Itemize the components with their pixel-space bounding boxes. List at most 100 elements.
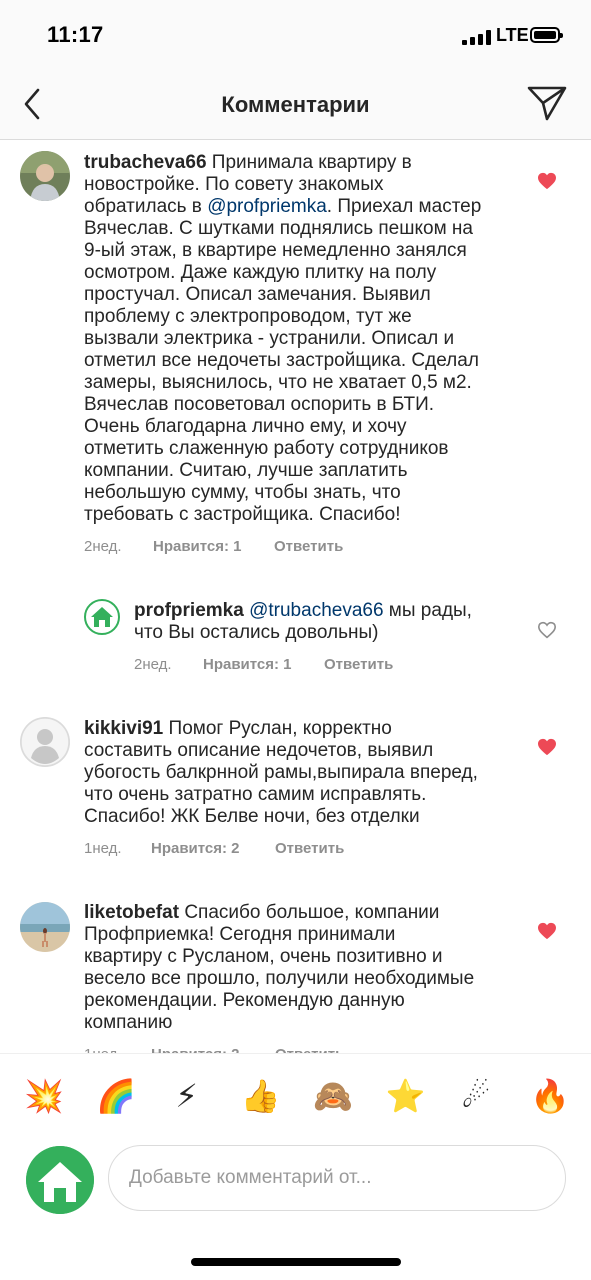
comment-line: profpriemka @trubacheva66 мы рады, [134, 600, 514, 622]
home-indicator [191, 1258, 401, 1266]
comment-text: trubacheva66 Принимала квартиру в новостр… [84, 152, 524, 526]
comment-line: простучал. Описал замечания. Выявил [84, 284, 524, 306]
reply-button[interactable]: Ответить [274, 538, 343, 555]
comment-text-segment: замеры, выяснилось, что не хватает 0,5 м… [84, 372, 472, 393]
comment-input[interactable] [108, 1145, 566, 1211]
comment-text-segment: рекомендации. Рекомендую данную [84, 990, 405, 1011]
rainbow-emoji[interactable]: 🌈 [96, 1078, 136, 1114]
likes-count[interactable]: Нравится: 1 [203, 656, 292, 673]
comment-text-segment: компании. Считаю, лучше заплатить [84, 460, 408, 481]
cellular-signal-icon [462, 30, 492, 45]
comment-text-segment: квартиру с Русланом, очень позитивно и [84, 946, 443, 967]
comment-line: что Вы остались довольны) [134, 622, 514, 644]
comment-text-segment: 9-ый этаж, в квартире немедленно занялся [84, 240, 467, 261]
comment-line: весело все прошло, получили необходимые [84, 968, 524, 990]
battery-icon [530, 27, 563, 43]
comment-line: рекомендации. Рекомендую данную [84, 990, 524, 1012]
comment-line: небольшую сумму, чтобы знать, что [84, 482, 524, 504]
comment-text-segment: что Вы остались довольны) [134, 622, 379, 643]
comment-text-segment: небольшую сумму, чтобы знать, что [84, 482, 401, 503]
likes-count[interactable]: Нравится: 2 [151, 840, 240, 857]
reply-button[interactable]: Ответить [275, 840, 344, 857]
comment-text-segment: Вячеслав. С шутками поднялись пешком на [84, 218, 473, 239]
comment: kikkivi91 Помог Руслан, корректно состави… [0, 711, 591, 871]
comment-line: что очень затратно самим исправлять. [84, 784, 524, 806]
comment-text: liketobefat Спасибо большое, компании Про… [84, 902, 524, 1034]
comment-line: требовать с застройщика. Спасибо! [84, 504, 524, 526]
comment-line: 9-ый этаж, в квартире немедленно занялся [84, 240, 524, 262]
comment-line: квартиру с Русланом, очень позитивно и [84, 946, 524, 968]
comet-emoji[interactable]: ☄ [458, 1078, 494, 1114]
comment-time: 2нед. [84, 538, 122, 555]
avatar[interactable] [20, 717, 70, 767]
my-avatar [26, 1146, 94, 1214]
comment-text: profpriemka @trubacheva66 мы рады, что Вы… [134, 600, 514, 644]
comment-line: Профприемка! Сегодня принимали [84, 924, 524, 946]
comment-text-segment: Принимала квартиру в [211, 152, 412, 173]
paper-plane-icon [527, 86, 567, 121]
comment-text-segment: весело все прошло, получили необходимые [84, 968, 475, 989]
comment-line: осмотром. Даже каждую плитку на полу [84, 262, 524, 284]
comment-time: 1нед. [84, 840, 122, 857]
comment-text-segment: мы рады, [383, 600, 472, 621]
heart-outline-icon [537, 621, 557, 639]
comment-username[interactable]: liketobefat [84, 902, 179, 923]
avatar[interactable] [20, 151, 70, 201]
comment-time: 1нед. [84, 1046, 122, 1053]
comment-line: замеры, выяснилось, что не хватает 0,5 м… [84, 372, 524, 394]
emoji-quick-bar: 💥 🌈 ⚡ 👍 🙈 ⭐ ☄ 🔥 [0, 1053, 591, 1139]
comment-text-segment: вызвали электрика - устранили. Описал и [84, 328, 455, 349]
likes-count[interactable]: Нравится: 1 [153, 538, 242, 555]
collision-emoji[interactable]: 💥 [24, 1078, 64, 1114]
mention-link[interactable]: @profpriemka [207, 196, 327, 217]
comment-text-segment: Профприемка! Сегодня принимали [84, 924, 396, 945]
comments-list[interactable]: trubacheva66 Принимала квартиру в новостр… [0, 141, 591, 1053]
avatar[interactable] [20, 902, 70, 952]
reply-button[interactable]: Ответить [324, 656, 393, 673]
comment-text-segment: Очень благодарна лично ему, и хочу [84, 416, 407, 437]
comment-text-segment: обратилась в [84, 196, 208, 217]
comment-input-bar [0, 1139, 591, 1280]
comment-line: kikkivi91 Помог Руслан, корректно [84, 718, 524, 740]
comment-text-segment: отметил все недочеты застройщика. Сделал [84, 350, 479, 371]
comment-line: Очень благодарна лично ему, и хочу [84, 416, 524, 438]
thumbs-up-emoji[interactable]: 👍 [241, 1078, 281, 1114]
comment-text-segment: Спасибо! ЖК Белве ночи, без отделки [84, 806, 420, 827]
avatar[interactable] [84, 599, 120, 635]
comment-username[interactable]: kikkivi91 [84, 718, 163, 739]
heart-filled-icon [538, 738, 556, 756]
reply-button[interactable]: Ответить [275, 1046, 344, 1053]
comment-text-segment: компанию [84, 1012, 173, 1033]
comment-text-segment: что очень затратно самим исправлять. [84, 784, 427, 805]
comment-username[interactable]: trubacheva66 [84, 152, 207, 173]
status-time: 11:17 [47, 22, 104, 47]
comment-text: kikkivi91 Помог Руслан, корректно состави… [84, 718, 524, 828]
comment-text-segment: Вячеслав посоветовал оспорить в БТИ. [84, 394, 435, 415]
star-emoji[interactable]: ⭐ [386, 1078, 426, 1114]
comment-text-segment: . Приехал мастер [326, 196, 482, 217]
fire-emoji[interactable]: 🔥 [530, 1078, 570, 1114]
likes-count[interactable]: Нравится: 2 [151, 1046, 240, 1053]
lightning-emoji[interactable]: ⚡ [169, 1078, 205, 1114]
network-type: LTE [496, 25, 529, 45]
like-button[interactable] [537, 922, 557, 940]
see-no-evil-monkey-emoji[interactable]: 🙈 [313, 1078, 353, 1114]
comment-line: Вячеслав. С шутками поднялись пешком на [84, 218, 524, 240]
comment-line: компанию [84, 1012, 524, 1034]
comment-text-segment: осмотром. Даже каждую плитку на полу [84, 262, 437, 283]
comment-text-segment: новостройке. По совету знакомых [84, 174, 384, 195]
comment: trubacheva66 Принимала квартиру в новостр… [0, 141, 591, 561]
comment-line: trubacheva66 Принимала квартиру в [84, 152, 524, 174]
comment-username[interactable]: profpriemka [134, 600, 244, 621]
comment-line: отметить слаженную работу сотрудников [84, 438, 524, 460]
page-title: Комментарии [221, 92, 370, 117]
like-button[interactable] [537, 621, 557, 639]
comment: liketobefat Спасибо большое, компании Про… [0, 896, 591, 1053]
share-button[interactable] [526, 83, 568, 123]
like-button[interactable] [537, 738, 557, 756]
comment-line: компании. Считаю, лучше заплатить [84, 460, 524, 482]
comment-text-segment: отметить слаженную работу сотрудников [84, 438, 449, 459]
like-button[interactable] [537, 172, 557, 190]
comment-line: вызвали электрика - устранили. Описал и [84, 328, 524, 350]
mention-link[interactable]: @trubacheva66 [249, 600, 383, 621]
